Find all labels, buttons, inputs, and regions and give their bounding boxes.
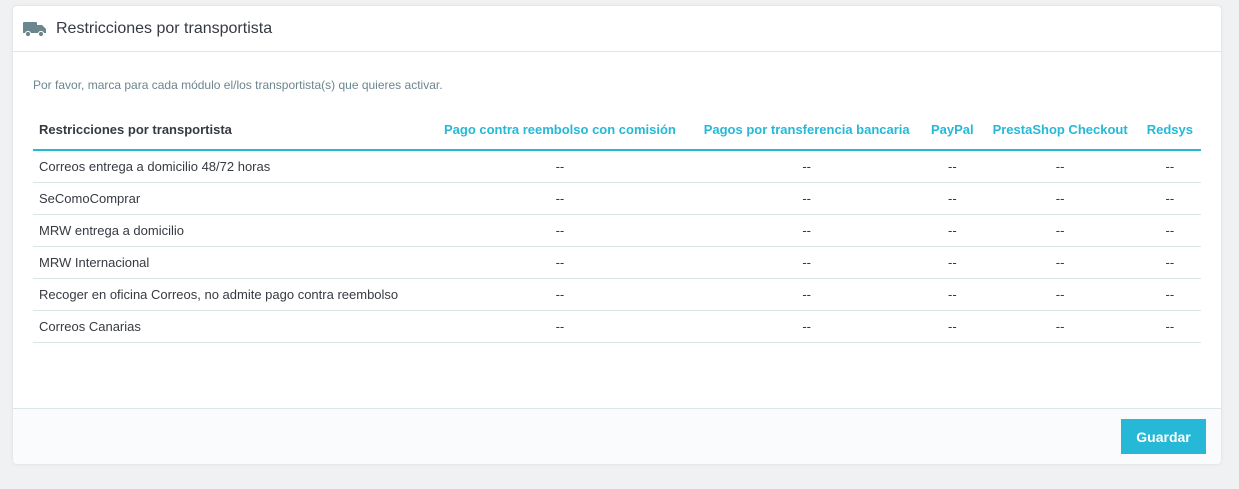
table-row: Correos entrega a domicilio 48/72 horas -… [33,150,1201,183]
restriction-cell: -- [923,278,982,311]
restriction-cell: -- [429,214,691,247]
table-row: Recoger en oficina Correos, no admite pa… [33,278,1201,311]
restriction-cell: -- [1138,310,1201,343]
column-header-module: PayPal [923,110,982,151]
restriction-cell: -- [429,246,691,279]
panel-footer: Guardar [13,408,1221,464]
restriction-cell: -- [981,246,1139,279]
intro-text: Por favor, marca para cada módulo el/los… [33,78,443,92]
table-row: Correos Canarias -- -- -- -- -- [33,310,1201,343]
restriction-cell: -- [429,150,691,183]
carrier-name: Correos entrega a domicilio 48/72 horas [33,150,430,183]
restriction-cell: -- [690,246,924,279]
restriction-cell: -- [690,310,924,343]
restriction-cell: -- [690,150,924,183]
restriction-cell: -- [981,278,1139,311]
restriction-cell: -- [429,278,691,311]
restriction-cell: -- [1138,214,1201,247]
panel-title: Restricciones por transportista [56,20,273,37]
truck-icon [23,22,46,37]
column-header-module: Pago contra reembolso con comisión [429,110,691,151]
restriction-cell: -- [690,278,924,311]
carrier-restrictions-panel: Restricciones por transportista Por favo… [13,6,1221,464]
carrier-name: Correos Canarias [33,310,430,343]
restriction-cell: -- [923,214,982,247]
restriction-cell: -- [1138,278,1201,311]
table-row: SeComoComprar -- -- -- -- -- [33,182,1201,215]
carrier-restrictions-table: Restricciones por transportista Pago con… [33,110,1201,343]
column-header-module: Pagos por transferencia bancaria [690,110,924,151]
restriction-cell: -- [923,150,982,183]
restriction-cell: -- [981,150,1139,183]
restriction-cell: -- [1138,246,1201,279]
column-header-module: Redsys [1138,110,1201,151]
restriction-cell: -- [1138,150,1201,183]
restriction-cell: -- [1138,182,1201,215]
restriction-cell: -- [690,214,924,247]
carrier-name: MRW entrega a domicilio [33,214,430,247]
restriction-cell: -- [429,182,691,215]
save-button[interactable]: Guardar [1121,419,1206,454]
restriction-cell: -- [923,246,982,279]
restriction-cell: -- [690,182,924,215]
table-row: MRW entrega a domicilio -- -- -- -- -- [33,214,1201,247]
restriction-cell: -- [981,310,1139,343]
table-header-row: Restricciones por transportista Pago con… [33,110,1201,151]
table-row: MRW Internacional -- -- -- -- -- [33,246,1201,279]
restriction-cell: -- [981,182,1139,215]
carrier-name: SeComoComprar [33,182,430,215]
carrier-name: MRW Internacional [33,246,430,279]
restriction-cell: -- [923,310,982,343]
panel-header: Restricciones por transportista [13,6,1221,52]
restriction-cell: -- [923,182,982,215]
table-body: Correos entrega a domicilio 48/72 horas -… [33,150,1201,343]
carrier-name: Recoger en oficina Correos, no admite pa… [33,278,430,311]
restriction-cell: -- [429,310,691,343]
column-header-module: PrestaShop Checkout [981,110,1139,151]
column-header-carrier: Restricciones por transportista [33,110,430,151]
restriction-cell: -- [981,214,1139,247]
